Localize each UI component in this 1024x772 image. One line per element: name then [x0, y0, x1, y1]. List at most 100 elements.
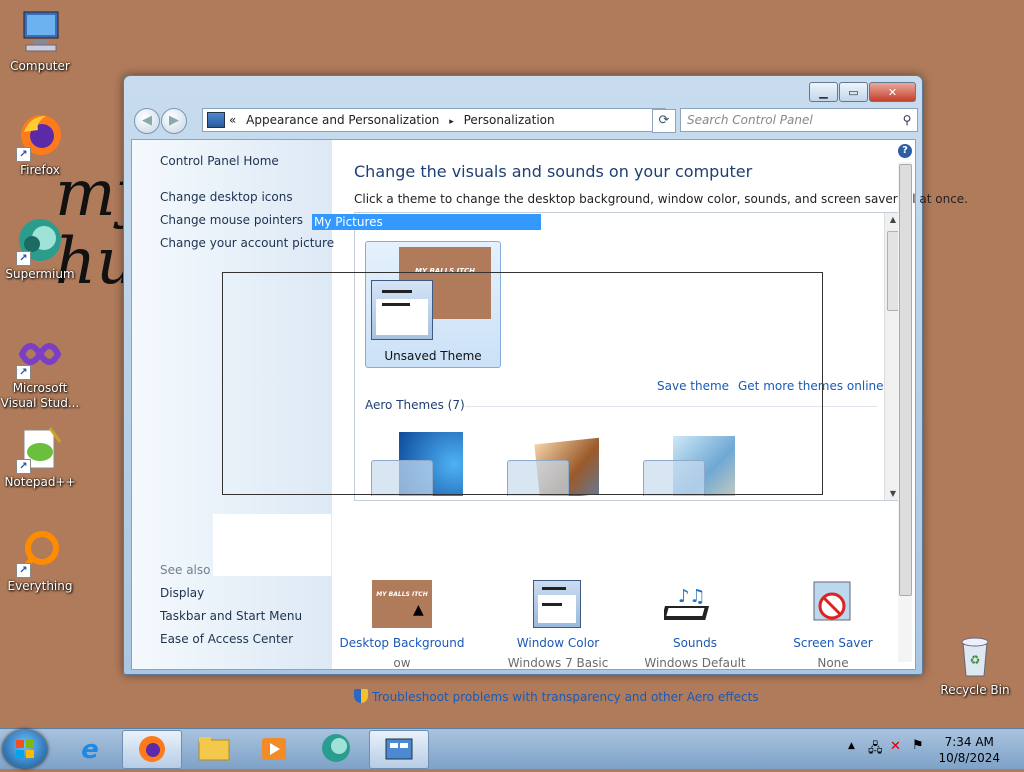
everything-search-icon: ↗ — [16, 528, 64, 578]
sounds-item[interactable]: ♪♫ Sounds Windows Default — [627, 580, 763, 670]
help-icon[interactable]: ? — [898, 144, 912, 158]
internet-explorer-icon: e — [81, 735, 99, 765]
control-panel-icon — [207, 112, 225, 128]
forward-button[interactable]: ▶ — [161, 108, 187, 134]
theme-architecture[interactable] — [507, 432, 599, 496]
recycle-bin-icon: ♻ — [951, 632, 999, 680]
desktop-background-item[interactable]: MY BALLS ITCH ▲ Desktop Background ow — [334, 580, 470, 670]
window-color-icon — [527, 580, 589, 630]
computer-icon — [16, 8, 64, 56]
get-more-themes-link[interactable]: Get more themes online — [738, 379, 884, 393]
desktop-icon-label: Notepad++ — [4, 475, 76, 489]
search-icon[interactable]: ⚲ — [897, 113, 917, 127]
theme-characters[interactable] — [643, 432, 735, 496]
page-scrollbar[interactable] — [898, 162, 912, 662]
taskbar: e ▲ 🖧 ✕ ⚑ 7:34 AM 10/8/2024 — [0, 728, 1024, 769]
page-subtitle: Click a theme to change the desktop back… — [354, 192, 968, 206]
scroll-thumb[interactable] — [899, 164, 912, 596]
minimize-icon: ▁ — [819, 85, 828, 99]
volume-muted-icon[interactable]: ✕ — [890, 739, 901, 754]
drag-tooltip: My Pictures — [312, 214, 541, 230]
mouse-cursor-icon: ▲ — [413, 602, 424, 618]
change-mouse-pointers-link[interactable]: Change mouse pointers — [160, 213, 303, 227]
desktop-icon-computer[interactable]: Computer — [0, 8, 80, 74]
address-bar[interactable]: « Appearance and Personalization ▸ Perso… — [202, 108, 666, 132]
desktop-icon-visual-studio[interactable]: ↗ Microsoft Visual Stud... — [0, 330, 80, 411]
breadcrumb-appearance[interactable]: Appearance and Personalization — [246, 113, 439, 127]
back-arrow-icon: ◀ — [142, 113, 152, 128]
desktop-icon-label: Supermium — [5, 267, 75, 281]
action-center-flag-icon[interactable]: ⚑ — [912, 738, 924, 753]
maximize-icon: ▭ — [848, 85, 859, 99]
minimize-button[interactable]: ▁ — [809, 82, 838, 102]
shield-icon — [354, 689, 368, 703]
window-color-item[interactable]: Window Color Windows 7 Basic — [490, 580, 626, 670]
save-theme-link[interactable]: Save theme — [657, 379, 729, 393]
display-link[interactable]: Display — [160, 586, 204, 600]
breadcrumb-overflow[interactable]: « — [229, 113, 236, 127]
close-icon: ✕ — [887, 85, 898, 99]
change-account-picture-link[interactable]: Change your account picture — [160, 236, 334, 250]
taskbar-firefox[interactable] — [122, 730, 182, 769]
back-button[interactable]: ◀ — [134, 108, 160, 134]
rendering-artifact — [213, 514, 331, 576]
start-button[interactable] — [3, 730, 47, 768]
desktop-icon-everything[interactable]: ↗ Everything — [0, 528, 80, 594]
desktop-icon-firefox[interactable]: ↗ Firefox — [0, 112, 80, 178]
clock-time: 7:34 AM — [944, 735, 994, 749]
folder-icon — [198, 737, 230, 761]
desktop-background-value: ow — [393, 656, 411, 670]
screen-saver-icon — [802, 580, 864, 630]
refresh-button[interactable]: ⟳ — [652, 109, 676, 133]
supermium-icon: ↗ — [16, 216, 64, 266]
control-panel-home-link[interactable]: Control Panel Home — [160, 154, 279, 168]
media-player-icon — [262, 738, 286, 760]
maximize-button[interactable]: ▭ — [839, 82, 868, 102]
firefox-icon — [139, 736, 165, 762]
desktop-icon-notepadpp[interactable]: ↗ Notepad++ — [0, 424, 80, 490]
shortcut-arrow-icon: ↗ — [16, 251, 31, 266]
search-input[interactable]: Search Control Panel — [681, 113, 897, 127]
sounds-value: Windows Default — [644, 656, 746, 670]
sounds-icon: ♪♫ — [661, 580, 726, 630]
clock[interactable]: 7:34 AM 10/8/2024 — [938, 734, 1000, 766]
screen-saver-item[interactable]: Screen Saver None — [765, 580, 901, 670]
forward-arrow-icon: ▶ — [169, 113, 179, 128]
taskbar-internet-explorer[interactable]: e — [61, 730, 119, 767]
change-desktop-icons-link[interactable]: Change desktop icons — [160, 190, 293, 204]
screen-saver-label: Screen Saver — [793, 636, 873, 650]
desktop-icon-label: Firefox — [20, 163, 60, 177]
taskbar-control-panel[interactable] — [369, 730, 429, 769]
window-color-label: Window Color — [516, 636, 600, 650]
taskbar-explorer[interactable] — [184, 730, 242, 767]
search-box[interactable]: Search Control Panel ⚲ — [680, 108, 918, 132]
system-tray: ▲ 🖧 ✕ ⚑ 7:34 AM 10/8/2024 — [834, 729, 1024, 769]
visual-studio-icon: ↗ — [16, 330, 64, 380]
taskbar-start-menu-link[interactable]: Taskbar and Start Menu — [160, 609, 302, 623]
clock-date: 10/8/2024 — [938, 751, 1000, 765]
theme-windows7[interactable] — [371, 432, 463, 496]
shortcut-arrow-icon: ↗ — [16, 563, 31, 578]
divider — [465, 406, 877, 407]
taskbar-supermium[interactable] — [307, 730, 365, 767]
show-hidden-icons-icon[interactable]: ▲ — [848, 741, 855, 751]
firefox-icon: ↗ — [16, 112, 64, 162]
personalization-window: ▁ ▭ ✕ ◀ ▶ « Appearance and Personalizati… — [123, 75, 968, 704]
desktop-icon-label: Computer — [10, 59, 70, 73]
theme-unsaved[interactable]: MY BALLS ITCH Unsaved Theme — [365, 241, 501, 368]
network-icon[interactable]: 🖧 — [868, 739, 883, 761]
caption-buttons: ▁ ▭ ✕ — [808, 82, 916, 102]
theme-window-preview — [371, 280, 433, 340]
close-button[interactable]: ✕ — [869, 82, 916, 102]
desktop-icon-supermium[interactable]: ↗ Supermium — [0, 216, 80, 282]
desktop-background-icon: MY BALLS ITCH ▲ — [371, 580, 433, 630]
troubleshoot-link[interactable]: Troubleshoot problems with transparency … — [354, 689, 759, 704]
breadcrumb-separator-icon[interactable]: ▸ — [449, 117, 454, 127]
breadcrumb-personalization[interactable]: Personalization — [464, 113, 555, 127]
desktop-icon-recycle-bin[interactable]: ♻ Recycle Bin — [935, 632, 1015, 698]
taskbar-media-player[interactable] — [245, 730, 303, 767]
breadcrumb: « Appearance and Personalization ▸ Perso… — [225, 113, 555, 127]
ease-of-access-link[interactable]: Ease of Access Center — [160, 632, 293, 646]
refresh-icon: ⟳ — [658, 113, 670, 128]
svg-text:♪♫: ♪♫ — [678, 586, 706, 607]
